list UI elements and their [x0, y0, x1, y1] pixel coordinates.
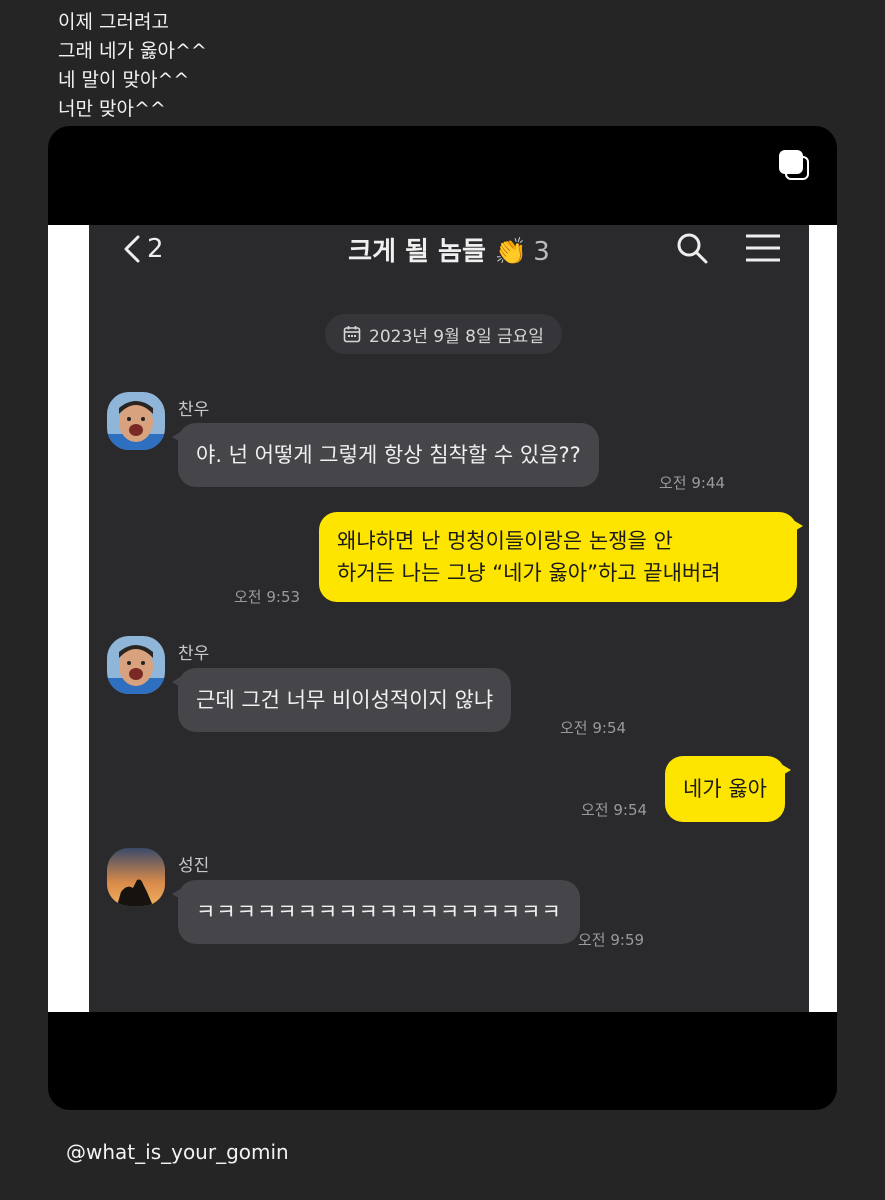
- message-time: 오전 9:54: [560, 719, 627, 737]
- message-bubble[interactable]: 왜냐하면 난 멍청이들이랑은 논쟁을 안 하거든 나는 그냥 “네가 옳아”하고…: [319, 512, 803, 602]
- sender-name: 찬우: [178, 400, 210, 420]
- caption-line: 그래 네가 옳아^^: [58, 40, 207, 62]
- date-divider: 2023년 9월 8일 금요일: [325, 314, 562, 354]
- story-caption: 이제 그러려고 그래 네가 옳아^^ 네 말이 맞아^^ 너만 맞아^^: [58, 8, 207, 124]
- avatar[interactable]: [107, 636, 165, 694]
- caption-line: 네 말이 맞아^^: [58, 69, 190, 91]
- caption-line: 너만 맞아^^: [58, 98, 166, 120]
- message-bubble[interactable]: 근데 그건 너무 비이성적이지 않냐: [171, 668, 512, 732]
- sender-name: 성진: [178, 856, 210, 876]
- member-count: 3: [533, 237, 550, 267]
- message-text: 야. 넌 어떻게 그렇게 항상 침착할 수 있음??: [196, 443, 581, 467]
- calendar-icon: [343, 326, 361, 343]
- avatar[interactable]: [107, 392, 165, 450]
- chat-title-text: 크게 될 놈들 👏: [348, 237, 528, 267]
- message-time: 오전 9:54: [581, 801, 648, 819]
- chat-header: 2 크게 될 놈들 👏 3: [89, 225, 809, 275]
- chat-screenshot: 2 크게 될 놈들 👏 3 2023년 9월 8일 금요일 찬우 야. 넌 어떻…: [48, 225, 837, 1012]
- message-bubble[interactable]: ㅋㅋㅋㅋㅋㅋㅋㅋㅋㅋㅋㅋㅋㅋㅋㅋㅋㅋ: [172, 880, 580, 944]
- message-time: 오전 9:44: [659, 474, 726, 492]
- avatar[interactable]: [107, 848, 165, 906]
- caption-line: 이제 그러려고: [58, 11, 169, 33]
- message-text: ㅋㅋㅋㅋㅋㅋㅋㅋㅋㅋㅋㅋㅋㅋㅋㅋㅋㅋ: [196, 900, 562, 924]
- message-text: 근데 그건 너무 비이성적이지 않냐: [196, 688, 494, 712]
- message-bubble[interactable]: 야. 넌 어떻게 그렇게 항상 침착할 수 있음??: [172, 423, 599, 487]
- message-bubble[interactable]: 네가 옳아: [665, 756, 791, 822]
- chat-room: 2 크게 될 놈들 👏 3 2023년 9월 8일 금요일 찬우 야. 넌 어떻…: [89, 225, 809, 1012]
- menu-icon[interactable]: [745, 231, 781, 265]
- message-time: 오전 9:53: [234, 588, 301, 606]
- search-icon[interactable]: [675, 231, 709, 265]
- date-text: 2023년 9월 8일 금요일: [369, 326, 544, 347]
- message-text: 왜냐하면 난 멍청이들이랑은 논쟁을 안: [337, 529, 673, 553]
- sender-name: 찬우: [178, 644, 210, 664]
- post-frame[interactable]: 2 크게 될 놈들 👏 3 2023년 9월 8일 금요일 찬우 야. 넌 어떻…: [48, 126, 837, 1110]
- message-text: 하거든 나는 그냥 “네가 옳아”하고 끝내버려: [337, 561, 721, 585]
- multiple-posts-icon: [779, 150, 813, 184]
- message-time: 오전 9:59: [578, 931, 645, 949]
- account-handle[interactable]: @what_is_your_gomin: [66, 1140, 289, 1164]
- message-text: 네가 옳아: [683, 777, 767, 801]
